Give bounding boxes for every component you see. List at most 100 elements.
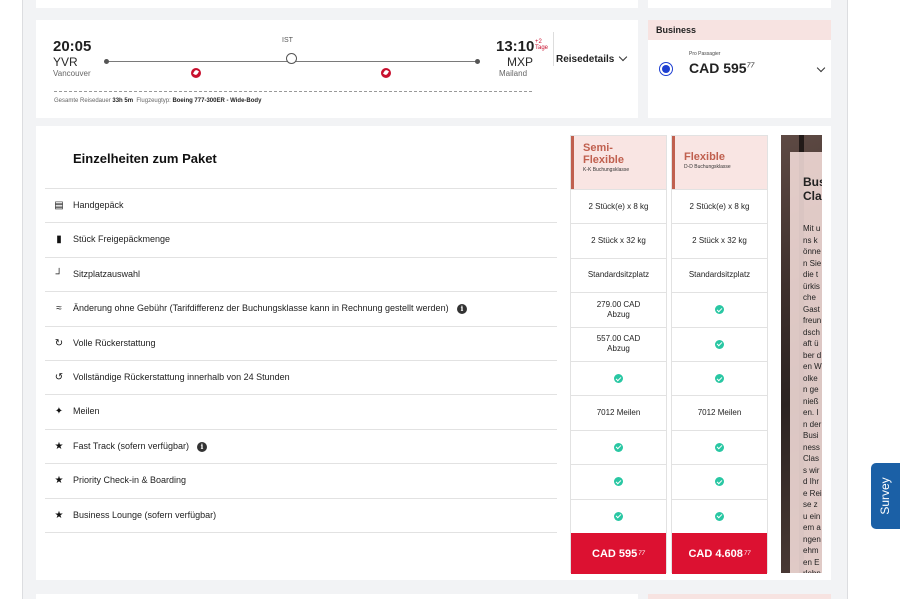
survey-tab[interactable]: Survey [871, 463, 900, 529]
next-fare-card [648, 594, 831, 599]
fare-column-flexible: Flexible D-D Buchungsklasse CAD 4.608 77 … [671, 135, 768, 574]
fare-cell [672, 498, 767, 533]
fare-cell-value: 2 Stück(e) x 8 kg [689, 201, 750, 211]
package-row-label: Sitzplatzauswahl [73, 268, 141, 279]
arrival-time: 13:10 [496, 38, 535, 55]
package-row-label: Fast Track (sofern verfügbar) [73, 440, 190, 451]
fare-column-header: Semi- Flexible K-K Buchungsklasse [571, 136, 666, 189]
departure-dot [104, 59, 109, 64]
package-row: ≈ Änderung ohne Gebühr (Tarifdifferenz de… [45, 291, 557, 326]
package-details-card: Einzelheiten zum Paket ▤ Handgepäck ▮ Stück… [36, 126, 831, 580]
fare-cell [672, 292, 767, 326]
fare-cell: 2 Stück x 32 kg [672, 223, 767, 257]
airline-logo-icon [381, 68, 391, 78]
check-icon [614, 374, 623, 383]
fare-cell: Standardsitzplatz [672, 257, 767, 292]
package-row: ★ Fast Track (sofern verfügbar) i [45, 428, 557, 464]
cabin-class-header: Business [648, 20, 831, 40]
fare-name: Flexible [684, 151, 725, 163]
arrival-day-offset: +2 Tage [535, 39, 549, 51]
fare-cell [571, 429, 666, 464]
fare-cell-value: 557.00 CAD Abzug [596, 334, 641, 354]
booking-class: D-D Buchungsklasse [684, 164, 731, 170]
fare-radio-selected[interactable] [659, 62, 673, 76]
fare-cell [672, 326, 767, 361]
chevron-down-icon [619, 52, 628, 62]
seat-icon: ┘ [55, 268, 63, 280]
departure-airport-code: YVR [53, 55, 78, 69]
star-icon: ★ [54, 509, 64, 521]
check-icon [715, 442, 724, 452]
fare-cell-value: Standardsitzplatz [587, 270, 650, 280]
package-row-label: Meilen [73, 406, 100, 417]
package-row-label: Volle Rückerstattung [73, 337, 156, 348]
fare-selection-card[interactable]: Business Pro Passagier CAD 59577 [648, 20, 831, 118]
package-row-label: Handgepäck [73, 200, 124, 210]
fare-cell-value: 7012 Meilen [697, 407, 742, 417]
dashed-divider [54, 91, 532, 92]
fare-cell: 2 Stück x 32 kg [571, 223, 666, 257]
select-semi-flexible-button[interactable]: CAD 595 77 [571, 533, 666, 574]
expand-fare-chevron-icon[interactable] [816, 63, 826, 73]
check-icon [715, 511, 724, 521]
check-icon [614, 477, 623, 487]
trip-details-button[interactable]: Reisedetails [556, 52, 628, 65]
package-row: ↻ Volle Rückerstattung [45, 325, 557, 361]
per-passenger-label: Pro Passagier [689, 51, 721, 57]
fare-cell: 7012 Meilen [672, 395, 767, 429]
fare-cell [571, 464, 666, 498]
fare-cell [571, 498, 666, 533]
package-row-label: Priority Check-in & Boarding [73, 475, 187, 486]
info-icon[interactable]: i [197, 441, 207, 452]
booking-class: K-K Buchungsklasse [583, 167, 630, 173]
fare-cell-value: 7012 Meilen [596, 407, 641, 417]
fare-column-header: Flexible D-D Buchungsklasse [672, 136, 767, 189]
fare-cell: 557.00 CAD Abzug [571, 326, 666, 361]
fare-cell: 7012 Meilen [571, 395, 666, 429]
star-icon: ★ [54, 475, 64, 487]
fare-cell [672, 361, 767, 395]
package-row-label: Stück Freigepäckmenge [73, 234, 171, 245]
package-row-label: Business Lounge (sofern verfügbar) [73, 509, 217, 520]
arrival-dot [475, 59, 480, 64]
fare-name: Semi- Flexible [583, 142, 624, 166]
refund-icon: ↻ [54, 337, 64, 349]
star-icon: ★ [54, 440, 64, 452]
business-class-description: Mit uns können Sie die türkische Gastfre… [803, 224, 822, 573]
package-row-label: Vollständige Rückerstattung innerhalb vo… [73, 372, 290, 382]
stopover-marker [286, 53, 297, 64]
package-row: ↺ Vollständige Rückerstattung innerhalb v… [45, 360, 557, 395]
package-row: ▮ Stück Freigepäckmenge [45, 222, 557, 257]
fare-column-semi-flexible: Semi- Flexible K-K Buchungsklasse CAD 595… [570, 135, 667, 574]
package-row-label: Änderung ohne Gebühr (Tarifdifferenz der… [73, 303, 449, 314]
package-row: ★ Priority Check-in & Boarding [45, 463, 557, 498]
business-class-title: BusiClas [803, 175, 822, 203]
flight-summary-card: 20:05 YVR Vancouver IST 13:10 +2 Tage MXP… [36, 20, 638, 118]
departure-city: Vancouver [53, 69, 91, 78]
select-flexible-button[interactable]: CAD 4.608 77 [672, 533, 767, 574]
info-icon[interactable]: i [457, 304, 467, 315]
fare-cell [672, 464, 767, 498]
package-title: Einzelheiten zum Paket [73, 151, 217, 166]
check-icon [715, 339, 724, 349]
arrival-city: Mailand [499, 69, 528, 78]
stopover-code: IST [282, 37, 293, 44]
fare-cell-value: Standardsitzplatz [688, 270, 751, 280]
package-row: ✦ Meilen [45, 394, 557, 429]
next-flight-card [36, 594, 638, 599]
fare-cell-value: 2 Stück x 32 kg [692, 235, 747, 245]
fare-cell: 2 Stück(e) x 8 kg [672, 189, 767, 223]
miles-icon: ✦ [54, 406, 64, 418]
check-icon [715, 374, 724, 383]
fare-cell: 2 Stück(e) x 8 kg [571, 189, 666, 223]
business-class-promo-image: BusiClas Mit uns können Sie die türkisch… [781, 135, 822, 573]
check-icon [715, 477, 724, 487]
check-icon [614, 442, 623, 452]
fare-cell [672, 429, 767, 464]
fare-cell: 279.00 CAD Abzug [571, 292, 666, 326]
airline-logo-icon [191, 68, 201, 78]
check-icon [715, 305, 724, 315]
package-row: ★ Business Lounge (sofern verfügbar) [45, 497, 557, 533]
checked-bag-icon: ▮ [56, 234, 62, 246]
arrival-airport-code: MXP [507, 55, 534, 69]
